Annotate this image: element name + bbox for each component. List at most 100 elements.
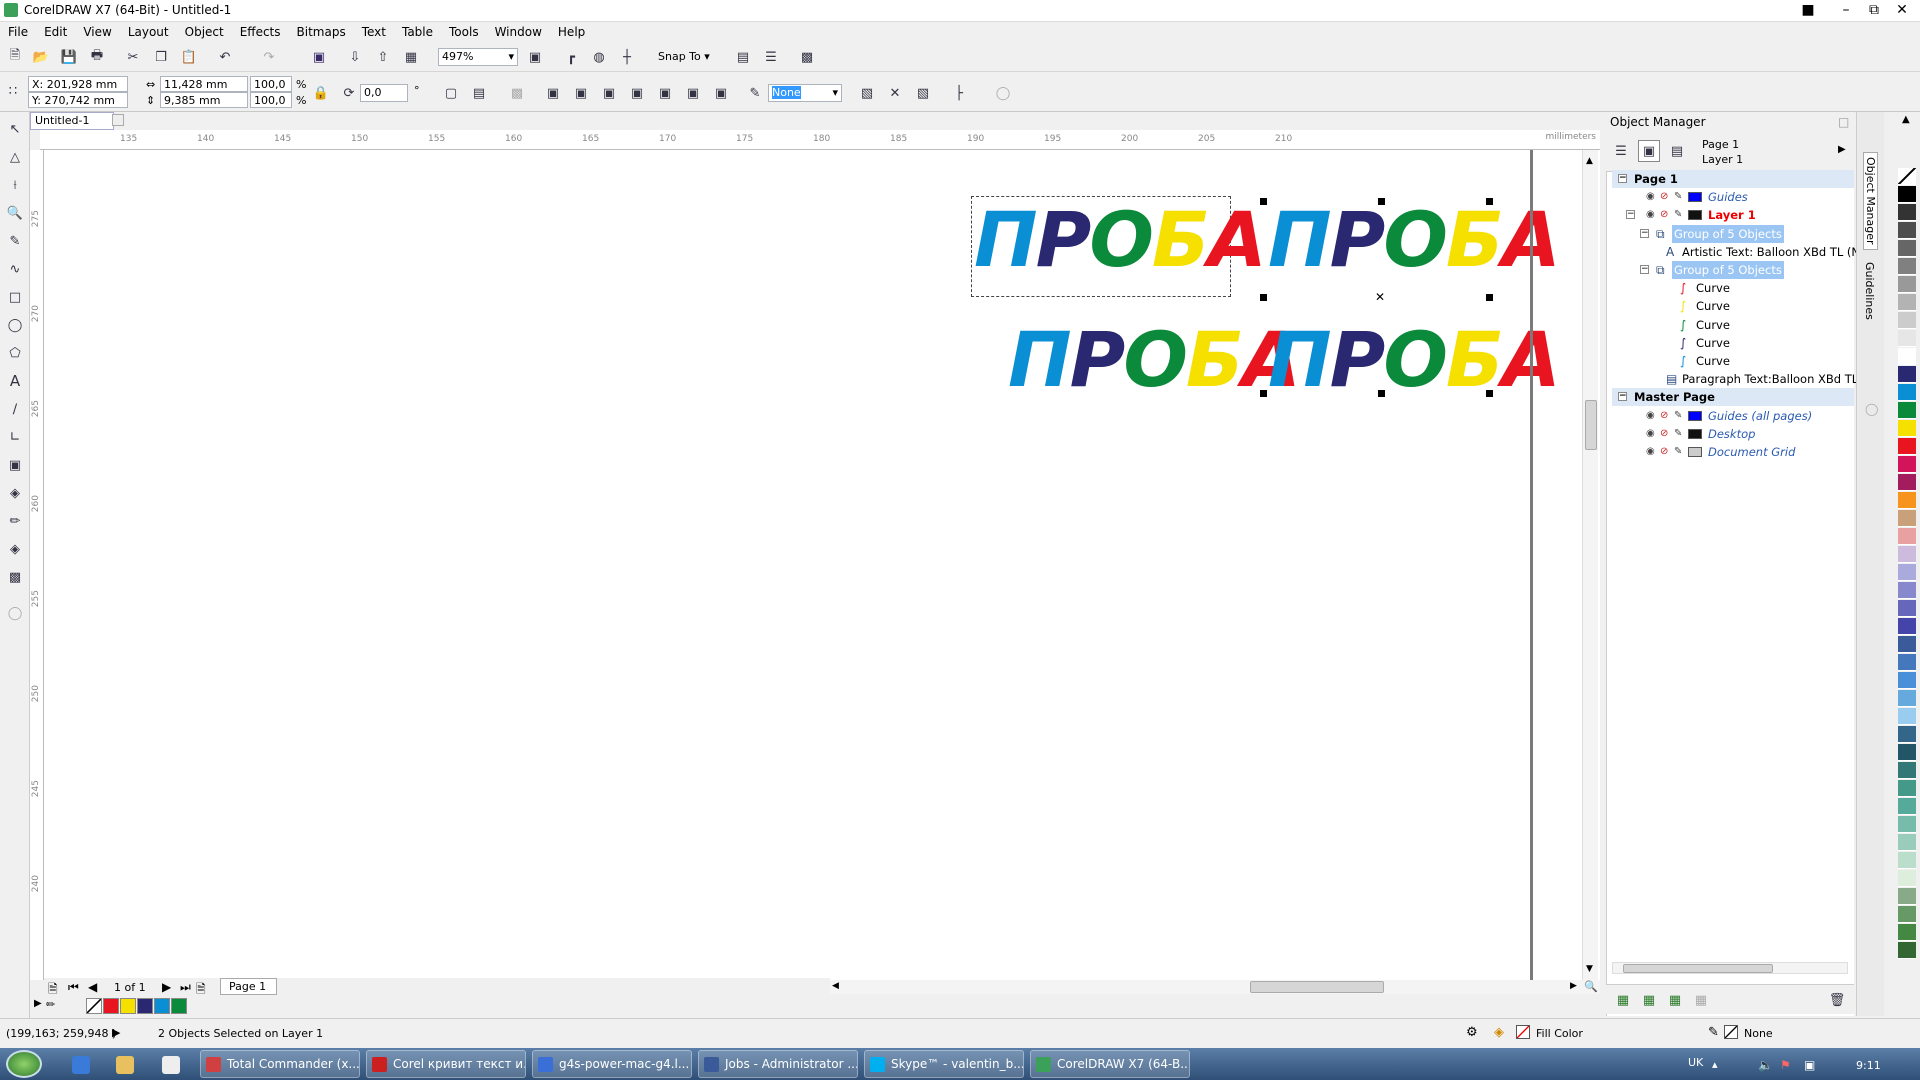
color-swatch[interactable] xyxy=(1898,708,1916,725)
show-guidelines-icon[interactable]: ┼ xyxy=(616,46,638,68)
intersect-icon[interactable]: ▣ xyxy=(626,82,648,104)
panel-scroll-thumb[interactable] xyxy=(1623,964,1773,973)
outline-pen-icon[interactable]: ✎ xyxy=(744,82,766,104)
color-swatch[interactable] xyxy=(1898,240,1916,257)
eyedropper-icon[interactable]: ✏ xyxy=(4,510,26,532)
print-icon[interactable]: 🖶 xyxy=(86,46,108,68)
palette-swatch[interactable] xyxy=(137,998,153,1014)
width-field[interactable]: 11,428 mm xyxy=(160,76,248,92)
object-origin-icon[interactable]: ∷ xyxy=(2,80,24,102)
color-swatch[interactable] xyxy=(1898,222,1916,239)
color-swatch[interactable] xyxy=(1898,546,1916,563)
color-swatch[interactable] xyxy=(1898,618,1916,635)
first-page-icon[interactable]: ⏮ xyxy=(68,980,79,995)
freehand-tool-icon[interactable]: ✎ xyxy=(4,230,26,252)
publish-pdf-icon[interactable]: ▦ xyxy=(400,46,422,68)
selection-handle[interactable] xyxy=(1260,294,1267,301)
print-icon[interactable]: ⊘ xyxy=(1660,425,1668,443)
object-row-curve[interactable]: ∫ Curve xyxy=(1612,334,1854,352)
internet-explorer-icon[interactable] xyxy=(72,1056,90,1074)
selection-handle[interactable] xyxy=(1486,294,1493,301)
drawing-canvas[interactable]: ПРОБА ПРОБА ПРОБА ПРОБА ✕ xyxy=(44,150,1600,980)
restore-button[interactable]: ⧉ xyxy=(1860,0,1888,22)
horizontal-scrollbar[interactable]: ◀ ▶ 🔍 xyxy=(830,980,1600,994)
palette-swatch[interactable] xyxy=(103,998,119,1014)
eyedropper-icon[interactable]: ✏ xyxy=(46,998,55,1011)
menu-bitmaps[interactable]: Bitmaps xyxy=(289,22,354,42)
layer-color-swatch[interactable] xyxy=(1688,192,1702,203)
eye-icon[interactable]: ◉ xyxy=(1646,188,1655,206)
menu-table[interactable]: Table xyxy=(394,22,441,42)
edit-icon[interactable]: ✎ xyxy=(1674,188,1682,206)
pick-tool-icon[interactable]: ↖ xyxy=(4,118,26,140)
minimize-button[interactable]: – xyxy=(1832,0,1860,22)
x-position-field[interactable]: X: 201,928 mm xyxy=(28,76,128,92)
search-content-icon[interactable]: ▣ xyxy=(308,46,330,68)
taskbar-button[interactable]: g4s-power-mac-g4.l... xyxy=(532,1050,692,1078)
panel-close-icon[interactable]: □ xyxy=(1838,112,1849,132)
color-swatch[interactable] xyxy=(1898,510,1916,527)
paste-icon[interactable]: 📋 xyxy=(178,46,200,68)
save-icon[interactable]: 💾 xyxy=(58,46,80,68)
selection-handle[interactable] xyxy=(1486,198,1493,205)
clock[interactable]: 9:11 xyxy=(1856,1059,1881,1072)
outline-width-select[interactable]: None ▾ xyxy=(768,84,842,102)
options-icon[interactable]: ☰ xyxy=(760,46,782,68)
page-tab[interactable]: Page 1 xyxy=(220,978,278,995)
selection-handle[interactable] xyxy=(1378,390,1385,397)
mirror-horizontal-icon[interactable]: ▢ xyxy=(440,82,462,104)
layer-manager-view-icon[interactable]: ☰ xyxy=(1610,140,1632,162)
layer-color-swatch[interactable] xyxy=(1688,428,1702,439)
notepad-icon[interactable] xyxy=(162,1056,180,1074)
palette-menu-icon[interactable]: ▶ xyxy=(34,998,42,1009)
taskbar-button[interactable]: Total Commander (x... xyxy=(200,1050,360,1078)
object-row-group[interactable]: − ⧉ Group of 5 Objects xyxy=(1612,261,1854,279)
menu-text[interactable]: Text xyxy=(354,22,394,42)
scroll-left-icon[interactable]: ◀ xyxy=(832,981,839,991)
show-grid-icon[interactable]: ◍ xyxy=(588,46,610,68)
group-icon[interactable]: ▩ xyxy=(506,82,528,104)
connector-tool-icon[interactable]: ∟ xyxy=(4,426,26,448)
new-master-layer-all-pages-icon[interactable]: ▦ xyxy=(1664,989,1686,1011)
show-rulers-icon[interactable]: ┏ xyxy=(560,46,582,68)
explorer-icon[interactable] xyxy=(116,1056,134,1074)
menu-tools[interactable]: Tools xyxy=(441,22,487,42)
object-row-layer[interactable]: ◉ ⊘ ✎ Guides (all pages) xyxy=(1612,407,1854,425)
object-row-layer[interactable]: ◉ ⊘ ✎ Desktop xyxy=(1612,425,1854,443)
vertical-ruler[interactable]: 275 270 265 260 255 250 245 240 xyxy=(30,150,44,980)
crop-tool-icon[interactable]: ⟊ xyxy=(4,174,26,196)
chevron-down-icon[interactable]: ▾ xyxy=(832,85,838,100)
color-swatch[interactable] xyxy=(1898,528,1916,545)
smart-fill-icon[interactable]: ▩ xyxy=(4,566,26,588)
palette-swatch[interactable] xyxy=(86,998,102,1014)
vertical-scroll-thumb[interactable] xyxy=(1585,400,1597,450)
selection-handle[interactable] xyxy=(1260,390,1267,397)
object-row-curve[interactable]: ∫ Curve xyxy=(1612,279,1854,297)
color-swatch[interactable] xyxy=(1898,852,1916,869)
play-icon[interactable]: ▶ xyxy=(112,1026,120,1039)
export-icon[interactable]: ⇧ xyxy=(372,46,394,68)
redo-icon[interactable]: ↷ xyxy=(258,46,280,68)
menu-help[interactable]: Help xyxy=(550,22,593,42)
color-swatch[interactable] xyxy=(1898,816,1916,833)
print-icon[interactable]: ⊘ xyxy=(1660,206,1668,224)
interactive-fill-icon[interactable]: ◈ xyxy=(4,538,26,560)
color-swatch[interactable] xyxy=(1898,492,1916,509)
color-swatch[interactable] xyxy=(1898,780,1916,797)
object-row-curve[interactable]: ∫ Curve xyxy=(1612,352,1854,370)
panel-menu-arrow-icon[interactable]: ▶ xyxy=(1838,144,1846,155)
chevron-down-icon[interactable]: ▾ xyxy=(508,49,514,64)
color-swatch[interactable] xyxy=(1898,726,1916,743)
color-swatch[interactable] xyxy=(1898,384,1916,401)
expand-toggle-icon[interactable]: − xyxy=(1640,265,1649,274)
delete-icon[interactable]: 🗑 xyxy=(1826,989,1848,1011)
expand-toggle-icon[interactable]: − xyxy=(1618,174,1627,183)
color-swatch[interactable] xyxy=(1898,744,1916,761)
ellipse-tool-icon[interactable]: ◯ xyxy=(4,314,26,336)
color-swatch[interactable] xyxy=(1898,762,1916,779)
zoom-level-field[interactable]: 497% ▾ xyxy=(438,48,518,66)
y-position-field[interactable]: Y: 270,742 mm xyxy=(28,92,128,108)
color-swatch[interactable] xyxy=(1898,564,1916,581)
color-swatch[interactable] xyxy=(1898,420,1916,437)
close-button[interactable]: ✕ xyxy=(1888,0,1916,22)
